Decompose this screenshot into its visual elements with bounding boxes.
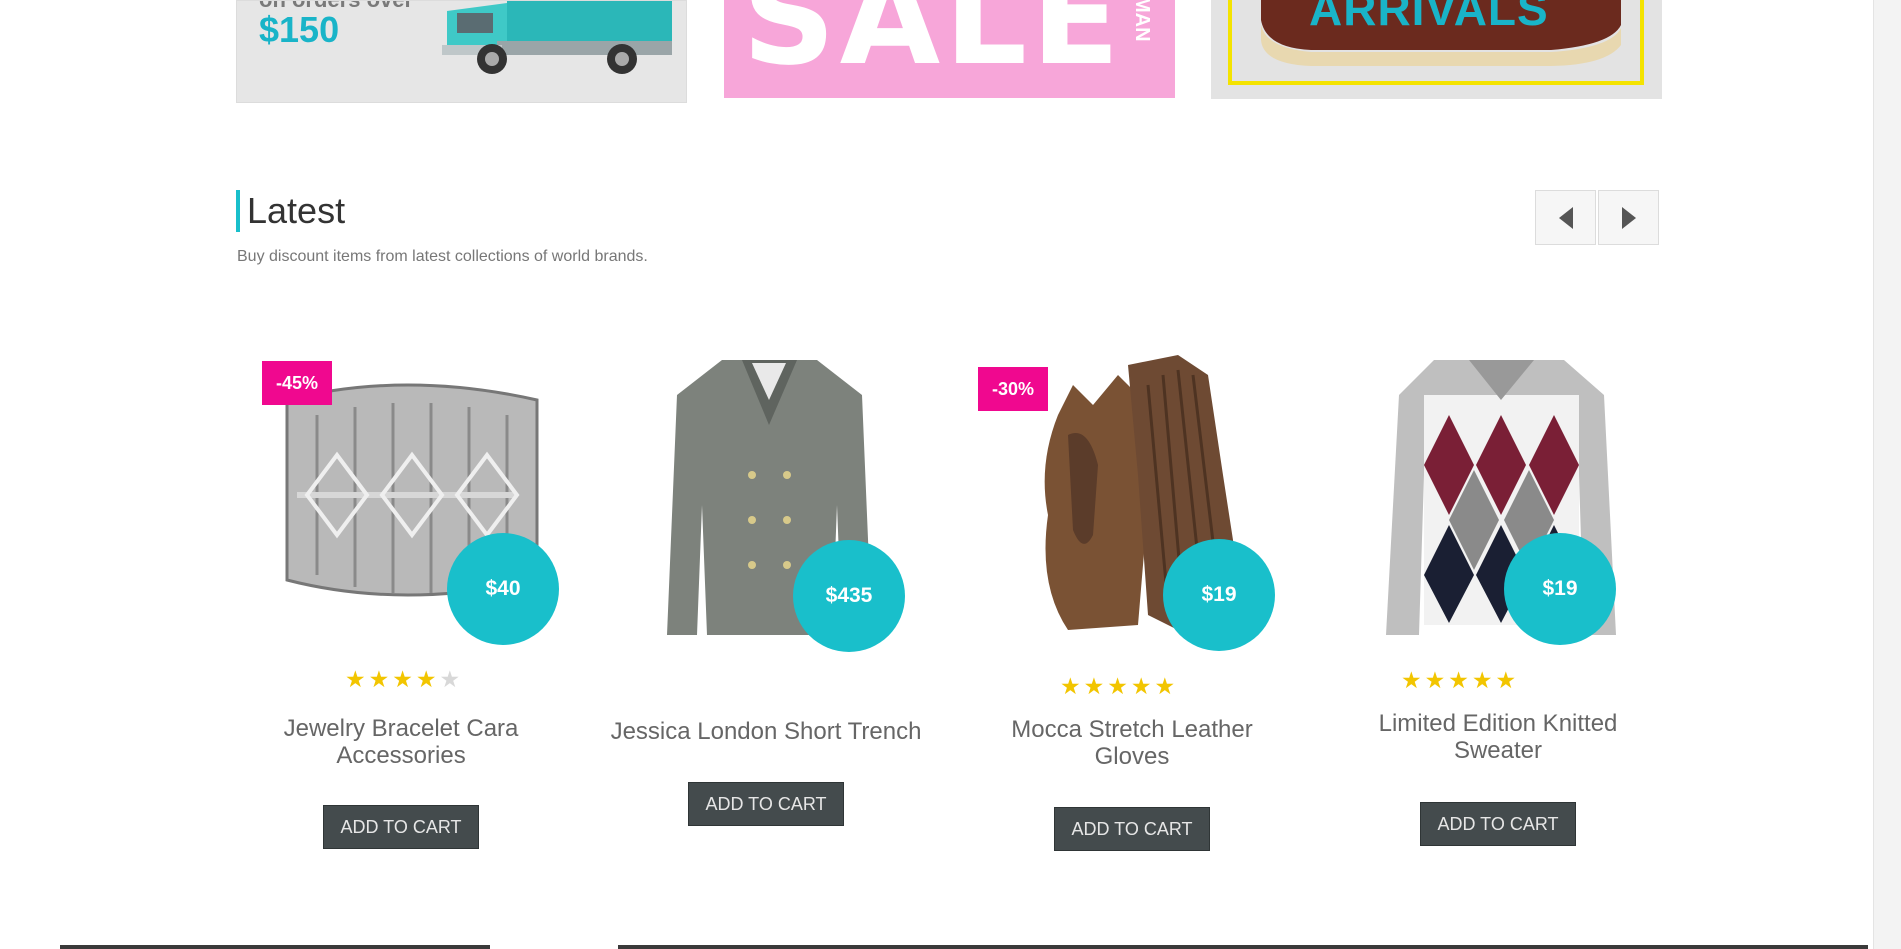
footer-edge	[618, 945, 1868, 949]
carousel-next-button[interactable]	[1598, 190, 1659, 245]
footer-edge	[60, 945, 490, 949]
arrivals-text: ARRIVALS	[1309, 0, 1549, 35]
discount-badge: -30%	[978, 367, 1049, 411]
add-to-cart-button[interactable]: ADD TO CART	[1420, 802, 1576, 846]
product-card[interactable]: -30% $19 ★ ★ ★ ★ ★ Mocca Stretch Leather…	[972, 355, 1292, 875]
banner-shipping-amount: $150	[259, 9, 340, 50]
new-arrivals-banner[interactable]: ARRIVALS	[1211, 0, 1662, 99]
rating-stars: ★ ★ ★ ★ ★	[345, 668, 460, 691]
add-to-cart-button[interactable]: ADD TO CART	[323, 805, 479, 849]
price-badge: $40	[447, 533, 559, 645]
star-icon: ★	[392, 666, 413, 692]
price-badge: $19	[1163, 539, 1275, 651]
sale-banner[interactable]: SALE MAN	[724, 0, 1175, 98]
star-icon: ★	[1471, 667, 1493, 693]
add-to-cart-button[interactable]: ADD TO CART	[688, 782, 844, 826]
triangle-right-icon	[1621, 206, 1636, 229]
star-icon: ★	[1107, 673, 1128, 699]
star-icon: ★	[1130, 673, 1152, 699]
free-shipping-banner[interactable]: on orders over $150	[236, 0, 687, 103]
carousel-prev-button[interactable]	[1535, 190, 1596, 245]
product-card[interactable]: $19 ★ ★ ★ ★ ★ Limited Edition Knitted Sw…	[1338, 355, 1658, 875]
star-empty-icon: ★	[439, 666, 461, 692]
sale-side-text: MAN	[1131, 0, 1153, 42]
add-to-cart-button[interactable]: ADD TO CART	[1054, 807, 1210, 851]
star-icon: ★	[415, 666, 437, 692]
product-card[interactable]: -45% $40 ★ ★ ★ ★ ★ Jewelry Bracelet Cara…	[241, 355, 561, 875]
star-icon: ★	[1154, 673, 1176, 699]
product-name[interactable]: Jessica London Short Trench	[606, 718, 926, 745]
star-icon: ★	[1401, 667, 1422, 693]
rating-stars: ★ ★ ★ ★ ★	[1060, 675, 1175, 698]
triangle-left-icon	[1558, 206, 1573, 229]
section-title: Latest	[236, 190, 345, 232]
star-icon: ★	[1060, 673, 1081, 699]
star-icon: ★	[1083, 673, 1105, 699]
star-icon: ★	[1495, 667, 1517, 693]
price-badge: $19	[1504, 533, 1616, 645]
star-icon: ★	[1448, 667, 1469, 693]
product-name[interactable]: Limited Edition Knitted Sweater	[1338, 710, 1658, 764]
truck-icon	[442, 1, 672, 74]
product-card[interactable]: $435 Jessica London Short Trench ADD TO …	[606, 355, 926, 875]
section-subtitle: Buy discount items from latest collectio…	[237, 248, 648, 265]
product-image[interactable]	[1364, 355, 1638, 685]
star-icon: ★	[345, 666, 366, 692]
product-name[interactable]: Jewelry Bracelet Cara Accessories	[241, 715, 561, 769]
product-name[interactable]: Mocca Stretch Leather Gloves	[972, 716, 1292, 770]
star-icon: ★	[368, 666, 390, 692]
scrollbar-track[interactable]	[1873, 0, 1901, 949]
discount-badge: -45%	[262, 361, 333, 405]
sale-text: SALE	[742, 0, 1124, 94]
price-badge: $435	[793, 540, 905, 652]
star-icon: ★	[1424, 667, 1446, 693]
rating-stars: ★ ★ ★ ★ ★	[1401, 669, 1516, 692]
